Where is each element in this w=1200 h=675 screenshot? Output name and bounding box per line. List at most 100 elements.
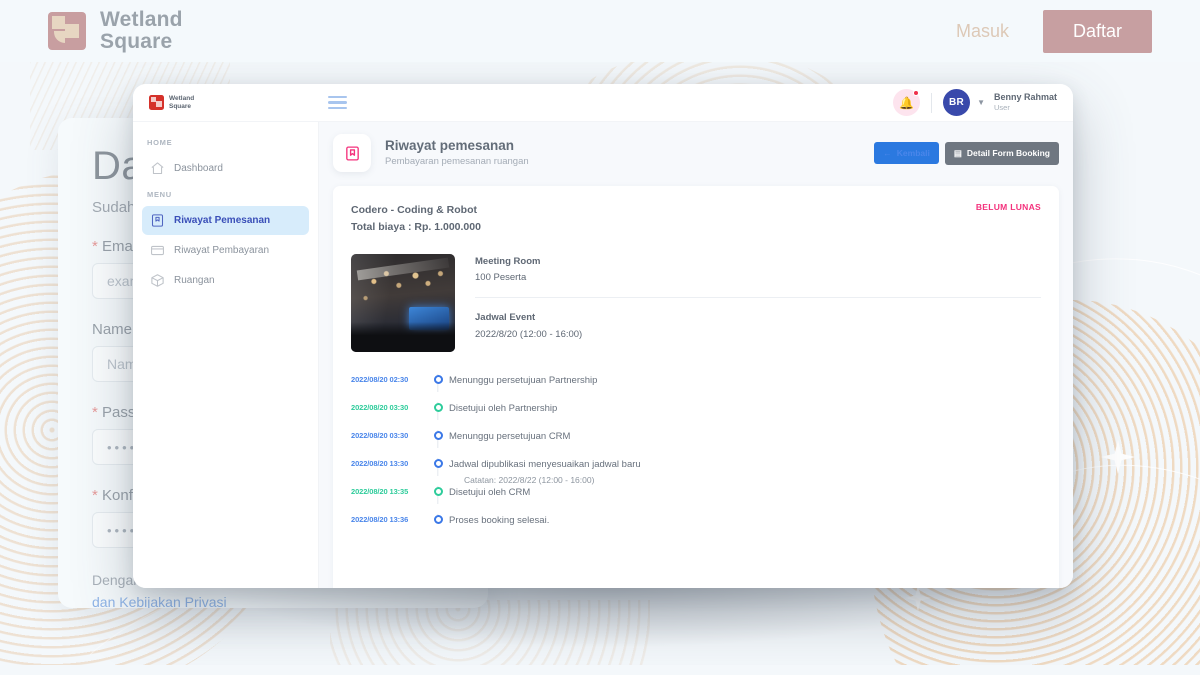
outer-navbar: Wetland Square Masuk Daftar bbox=[0, 0, 1200, 62]
detail-form-booking-label: Detail Form Booking bbox=[966, 148, 1050, 158]
screenshot-stage: Wetland Square Masuk Daftar Daftar Sudah… bbox=[0, 0, 1200, 675]
timeline-timestamp: 2022/08/20 13:36 bbox=[351, 514, 409, 524]
room-capacity: 100 Peserta bbox=[475, 271, 527, 283]
timeline-content: Menunggu persetujuan Partnership bbox=[449, 374, 597, 388]
timeline-dot-icon bbox=[433, 486, 443, 496]
login-link[interactable]: Masuk bbox=[956, 21, 1009, 42]
timeline-marker bbox=[427, 401, 449, 420]
page-subtitle: Pembayaran pemesanan ruangan bbox=[385, 155, 529, 167]
app-logo[interactable]: Wetland Square bbox=[149, 95, 194, 110]
sparkle-icon bbox=[905, 585, 931, 611]
app-logo-text: Wetland Square bbox=[169, 94, 195, 110]
box-cube-icon bbox=[150, 273, 165, 288]
event-name: Codero - Coding & Robot bbox=[351, 204, 477, 216]
timeline-timestamp: 2022/08/20 13:30 bbox=[351, 458, 409, 468]
timeline-note: Catatan: 2022/8/22 (12:00 - 16:00) bbox=[464, 474, 595, 485]
timeline-dot-icon bbox=[433, 374, 443, 384]
timeline-content: Menunggu persetujuan CRM bbox=[449, 430, 570, 444]
timeline-timestamp: 2022/08/20 03:30 bbox=[351, 402, 409, 412]
timeline-marker bbox=[427, 513, 449, 524]
timeline-dot-icon bbox=[433, 402, 443, 412]
wetland-square-logo-icon bbox=[48, 12, 86, 50]
user-info[interactable]: Benny Rahmat User bbox=[994, 92, 1057, 113]
background-texture-bottom bbox=[330, 600, 650, 675]
app-body: HOME Dashboard MENU Riwayat Pemesanan Ri… bbox=[133, 122, 1073, 588]
sidebar-heading-menu: MENU bbox=[147, 190, 172, 199]
timeline-row: 2022/08/20 13:35 Disetujui oleh CRM bbox=[351, 485, 1041, 514]
timeline-content: Jadwal dipublikasi menyesuaikan jadwal b… bbox=[449, 458, 641, 485]
timeline-text: Disetujui oleh CRM bbox=[449, 486, 531, 498]
timeline-row: 2022/08/20 03:30 Menunggu persetujuan CRM bbox=[351, 429, 1041, 458]
bookmark-icon bbox=[345, 145, 359, 161]
timeline-text: Jadwal dipublikasi menyesuaikan jadwal b… bbox=[449, 458, 641, 470]
timeline-timestamp: 2022/08/20 13:35 bbox=[351, 486, 409, 496]
detail-form-booking-button[interactable]: ▤ Detail Form Booking bbox=[944, 141, 1059, 165]
timeline-marker bbox=[427, 373, 449, 392]
back-button-label: Kembali bbox=[896, 148, 930, 158]
sidebar-heading-home: HOME bbox=[147, 138, 173, 147]
app-sidebar: HOME Dashboard MENU Riwayat Pemesanan Ri… bbox=[133, 122, 319, 588]
user-role: User bbox=[993, 103, 1010, 113]
privacy-policy-link[interactable]: dan Kebijakan Privasi bbox=[92, 594, 227, 608]
user-name: Benny Rahmat bbox=[993, 92, 1057, 103]
timeline-marker bbox=[427, 457, 449, 476]
sidebar-item-label: Riwayat Pemesanan bbox=[174, 215, 271, 226]
total-cost: Total biaya : Rp. 1.000.000 bbox=[351, 220, 481, 233]
sidebar-item-riwayat-pembayaran[interactable]: Riwayat Pembayaran bbox=[142, 236, 309, 265]
card-envelope-icon bbox=[150, 243, 165, 258]
sidebar-item-dashboard[interactable]: Dashboard bbox=[142, 154, 309, 183]
sidebar-item-riwayat-pemesanan[interactable]: Riwayat Pemesanan bbox=[142, 206, 309, 235]
booking-timeline: 2022/08/20 02:30 Menunggu persetujuan Par… bbox=[351, 373, 1041, 542]
notification-bell-button[interactable]: 🔔 bbox=[893, 89, 921, 116]
timeline-content: Disetujui oleh Partnership bbox=[449, 402, 557, 416]
booking-summary-text: Codero - Coding & Robot Total biaya : Rp… bbox=[351, 202, 481, 236]
sidebar-item-ruangan[interactable]: Ruangan bbox=[142, 266, 309, 295]
timeline-marker bbox=[427, 429, 449, 448]
event-venue-photo bbox=[351, 253, 455, 352]
room-info: Meeting Room 100 Peserta Jadwal Event 20… bbox=[475, 254, 1041, 352]
notification-badge-dot bbox=[913, 90, 920, 96]
wetland-square-logo-icon bbox=[149, 95, 164, 110]
schedule-label: Jadwal Event bbox=[475, 312, 536, 324]
sidebar-item-label: Riwayat Pembayaran bbox=[174, 245, 270, 256]
arrow-left-icon: ← bbox=[883, 148, 892, 158]
page-header: Riwayat pemesanan Pembayaran pemesanan r… bbox=[333, 134, 1059, 172]
brand-line-2: Square bbox=[100, 30, 173, 53]
sidebar-item-label: Ruangan bbox=[174, 275, 215, 286]
register-button[interactable]: Daftar bbox=[1042, 9, 1152, 53]
timeline-dot-icon bbox=[433, 514, 443, 524]
timeline-row: 2022/08/20 03:30 Disetujui oleh Partnersh… bbox=[351, 401, 1041, 430]
timeline-content: Disetujui oleh CRM bbox=[449, 486, 530, 500]
chevron-down-icon[interactable]: ▼ bbox=[977, 98, 985, 107]
timeline-timestamp: 2022/08/20 02:30 bbox=[351, 374, 409, 384]
home-icon bbox=[150, 161, 165, 176]
timeline-row: 2022/08/20 02:30 Menunggu persetujuan Par… bbox=[351, 373, 1041, 402]
brand-logo[interactable]: Wetland Square bbox=[48, 7, 183, 54]
room-detail-row: Meeting Room 100 Peserta Jadwal Event 20… bbox=[351, 253, 1041, 352]
hamburger-menu-icon[interactable] bbox=[328, 95, 348, 110]
schedule-value: 2022/8/20 (12:00 - 16:00) bbox=[475, 328, 583, 340]
sparkle-icon bbox=[1101, 440, 1135, 474]
page-bottom-strip bbox=[0, 665, 1200, 675]
page-title: Riwayat pemesanan bbox=[385, 138, 515, 154]
timeline-content: Proses booking selesai. bbox=[449, 514, 549, 528]
timeline-timestamp: 2022/08/20 03:30 bbox=[351, 430, 409, 440]
bell-icon: 🔔 bbox=[899, 95, 915, 110]
page-header-icon bbox=[333, 134, 371, 172]
booking-detail-card: Codero - Coding & Robot Total biaya : Rp… bbox=[333, 186, 1059, 588]
back-button[interactable]: ← Kembali bbox=[874, 142, 939, 164]
brand-line-1: Wetland bbox=[100, 7, 183, 31]
timeline-row: 2022/08/20 13:36 Proses booking selesai. bbox=[351, 513, 1041, 542]
app-window: Wetland Square 🔔 BR ▼ Benny Rahmat User bbox=[133, 84, 1073, 588]
timeline-text: Proses booking selesai. bbox=[449, 514, 550, 526]
app-topbar: Wetland Square 🔔 BR ▼ Benny Rahmat User bbox=[133, 84, 1073, 122]
status-badge: BELUM LUNAS bbox=[975, 202, 1041, 212]
bookmark-ticket-icon bbox=[150, 213, 165, 228]
timeline-dot-icon bbox=[433, 458, 443, 468]
timeline-text: Disetujui oleh Partnership bbox=[449, 402, 558, 414]
timeline-marker bbox=[427, 485, 449, 504]
avatar[interactable]: BR bbox=[943, 89, 971, 116]
timeline-row: 2022/08/20 13:30 Jadwal dipublikasi menye… bbox=[351, 457, 1041, 486]
room-info-divider bbox=[475, 297, 1041, 299]
sidebar-item-label: Dashboard bbox=[174, 163, 223, 174]
